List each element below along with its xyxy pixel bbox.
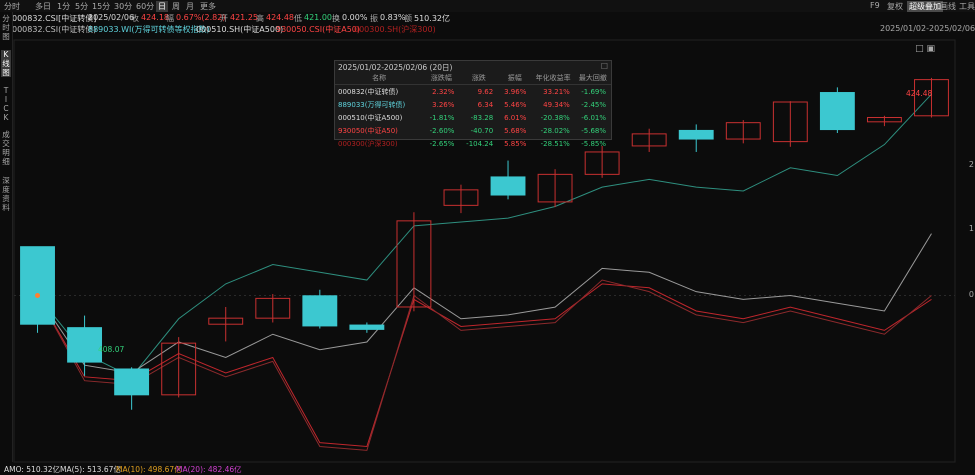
row-cell: 5.46% [504, 100, 527, 109]
row-cell: -83.28 [470, 113, 494, 122]
row-cell: -1.69% [581, 87, 606, 96]
row-cell: -28.02% [540, 126, 570, 135]
row-cell: -2.65% [429, 139, 455, 148]
row-cell: 49.34% [543, 100, 570, 109]
candle-body[interactable] [490, 176, 526, 196]
row-cell: 9.62 [477, 87, 494, 96]
col-header: 涨跌幅 [423, 71, 460, 85]
series-line-000300 [37, 279, 932, 451]
col-header: 涨跌 [459, 71, 499, 85]
col-header: 年化收益率 [531, 71, 575, 85]
series-line-000510 [37, 233, 932, 374]
row-name: 000510(中证A500) [338, 113, 403, 122]
col-header: 名称 [335, 71, 424, 85]
window-controls: □ ▣ [915, 44, 935, 54]
row-cell: -6.01% [581, 113, 606, 122]
row-cell: -1.81% [429, 113, 455, 122]
row-cell: -20.38% [540, 113, 570, 122]
maximize-icon[interactable]: □ [915, 44, 924, 54]
row-cell: -5.68% [581, 126, 606, 135]
ma10-value: MA(10): 498.67亿 [116, 465, 182, 474]
table-row[interactable]: 000300(沪深300) -2.65% -104.24 5.85% -28.51% -5… [335, 137, 611, 150]
row-name: 000832(中证转债) [338, 87, 399, 96]
candle-body[interactable] [302, 295, 338, 327]
close-icon[interactable]: □ [601, 61, 608, 70]
row-cell: -2.60% [429, 126, 455, 135]
row-cell: 33.21% [543, 87, 570, 96]
row-cell: -2.45% [581, 100, 606, 109]
volume-indicator-bar: AMO: 510.32亿 MA(5): 513.67亿 MA(10): 498.… [0, 464, 975, 474]
right-axis-tick: 1 [968, 224, 974, 233]
ma20-value: MA(20): 482.46亿 [176, 465, 242, 474]
row-name: 889033(万得可转债) [338, 100, 406, 109]
table-row[interactable]: 000510(中证A500) -1.81% -83.28 6.01% -20.38% -6… [335, 111, 611, 124]
col-header: 最大回撤 [574, 71, 611, 85]
restore-icon[interactable]: ▣ [926, 44, 935, 54]
table-row[interactable]: 930050(中证A50) -2.60% -40.70 5.68% -28.02% -5.… [335, 124, 611, 137]
row-cell: -40.70 [470, 126, 494, 135]
row-cell: 5.68% [504, 126, 527, 135]
right-axis-tick: 2 [968, 160, 974, 169]
row-cell: 5.85% [504, 139, 527, 148]
table-row[interactable]: 889033(万得可转债) 3.26% 6.34 5.46% 49.34% -2.45% [335, 98, 611, 111]
right-axis-tick: 0 [968, 290, 974, 299]
low-mark-label: 408.07 [98, 345, 125, 354]
ma5-value: MA(5): 513.67亿 [60, 465, 121, 474]
row-name: 000300(沪深300) [338, 139, 398, 148]
series-line-930050 [37, 283, 932, 448]
candle-body[interactable] [114, 368, 150, 396]
candle-body[interactable] [67, 327, 103, 363]
table-header-row: 名称 涨跌幅 涨跌 振幅 年化收益率 最大回撤 [335, 71, 611, 85]
amo-value: AMO: 510.32亿 [4, 465, 61, 474]
row-cell: -104.24 [466, 139, 494, 148]
row-cell: 2.32% [432, 87, 455, 96]
candle-body[interactable] [349, 324, 385, 330]
row-cell: -5.85% [581, 139, 606, 148]
candle-body[interactable] [819, 92, 855, 131]
start-point-marker [35, 293, 41, 299]
row-cell: 3.96% [504, 87, 527, 96]
table-row[interactable]: 000832(中证转债) 2.32% 9.62 3.96% 33.21% -1.69% [335, 85, 611, 99]
row-cell: 6.34 [477, 100, 494, 109]
row-cell: 6.01% [504, 113, 527, 122]
row-name: 930050(中证A50) [338, 126, 398, 135]
row-cell: 3.26% [432, 100, 455, 109]
candle-body[interactable] [678, 129, 714, 140]
candle-body[interactable] [20, 246, 55, 325]
col-header: 振幅 [498, 71, 532, 85]
row-cell: -28.51% [540, 139, 570, 148]
interval-stats-panel: 2025/01/02-2025/02/06 (20日) □ 名称 涨跌幅 涨跌 … [334, 60, 612, 148]
stats-table: 名称 涨跌幅 涨跌 振幅 年化收益率 最大回撤 000832(中证转债) 2.32… [335, 71, 611, 150]
high-mark-label: 424.48 [906, 89, 933, 98]
